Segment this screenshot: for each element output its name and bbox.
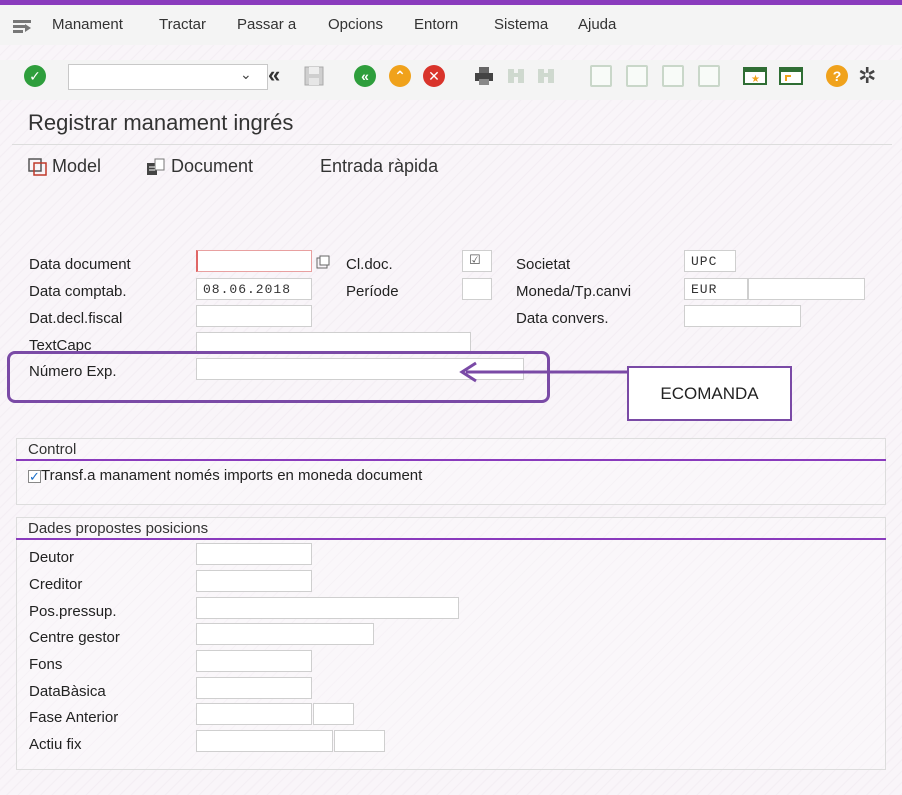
dat-decl-fiscal-label: Dat.decl.fiscal: [29, 310, 123, 327]
actiu-fix-label: Actiu fix: [29, 736, 82, 753]
dat-decl-fiscal-field[interactable]: [196, 305, 312, 327]
callout-arrow: [459, 361, 628, 383]
transf-checkbox-row[interactable]: ✓Transf.a manament només imports en mone…: [28, 467, 422, 484]
back-icon[interactable]: «: [354, 65, 376, 87]
centre-gestor-label: Centre gestor: [29, 629, 120, 646]
model-icon: [28, 158, 47, 176]
double-left-arrow-icon[interactable]: «: [268, 64, 290, 87]
deutor-field[interactable]: [196, 543, 312, 565]
model-button[interactable]: Model: [28, 156, 101, 177]
dropdown-chevron-icon[interactable]: ⌄: [240, 66, 252, 83]
periode-field[interactable]: [462, 278, 492, 300]
data-document-field[interactable]: [196, 250, 312, 272]
data-basica-field[interactable]: [196, 677, 312, 699]
find-next-icon[interactable]: [535, 65, 557, 87]
periode-label: Període: [346, 283, 399, 300]
print-icon[interactable]: [473, 65, 495, 87]
data-comptab-field[interactable]: [196, 278, 312, 300]
cancel-icon[interactable]: ✕: [423, 65, 445, 87]
actiu-fix-subnumber-field[interactable]: [334, 730, 385, 752]
menu-sistema[interactable]: Sistema: [494, 16, 548, 33]
societat-field[interactable]: [684, 250, 736, 272]
fase-anterior-field[interactable]: [196, 703, 312, 725]
settings-icon[interactable]: ✲: [858, 65, 880, 87]
ecomanda-callout: ECOMANDA: [627, 366, 792, 421]
create-session-icon[interactable]: ★: [742, 65, 768, 87]
page-title: Registrar manament ingrés: [28, 110, 294, 135]
first-page-icon[interactable]: [590, 65, 612, 87]
exchange-rate-field[interactable]: [748, 278, 865, 300]
data-basica-label: DataBàsica: [29, 683, 106, 700]
data-document-label: Data document: [29, 256, 131, 273]
data-convers-field[interactable]: [684, 305, 801, 327]
cl-doc-search-help-icon[interactable]: ☑: [469, 253, 482, 268]
document-icon: [147, 158, 165, 176]
menu-icon[interactable]: [13, 20, 31, 34]
actiu-fix-field[interactable]: [196, 730, 333, 752]
help-icon[interactable]: ?: [826, 65, 848, 87]
data-convers-label: Data convers.: [516, 310, 609, 327]
positions-group-underline: [16, 538, 886, 540]
centre-gestor-field[interactable]: [196, 623, 374, 645]
fase-anterior-position-field[interactable]: [313, 703, 354, 725]
cl-doc-label: Cl.doc.: [346, 256, 393, 273]
data-comptab-label: Data comptab.: [29, 283, 127, 300]
find-icon[interactable]: [505, 65, 527, 87]
creditor-field[interactable]: [196, 570, 312, 592]
pos-pressup-field[interactable]: [196, 597, 459, 619]
calendar-picker-icon[interactable]: [316, 255, 330, 269]
fons-label: Fons: [29, 656, 63, 673]
moneda-label: Moneda/Tp.canvi: [516, 283, 632, 300]
fase-anterior-label: Fase Anterior: [29, 709, 119, 726]
positions-group: [16, 517, 886, 770]
menu-entorn[interactable]: Entorn: [414, 16, 458, 33]
menu-passar-a[interactable]: Passar a: [237, 16, 296, 33]
exit-icon[interactable]: ⌃: [389, 65, 411, 87]
quick-entry-button[interactable]: Entrada ràpida: [320, 156, 438, 177]
shortcut-icon[interactable]: [778, 65, 804, 87]
transf-checkbox[interactable]: ✓: [28, 470, 41, 483]
fons-field[interactable]: [196, 650, 312, 672]
cl-doc-field[interactable]: ☑: [462, 250, 492, 272]
document-button[interactable]: Document: [145, 156, 253, 177]
previous-page-icon[interactable]: [626, 65, 648, 87]
societat-label: Societat: [516, 256, 571, 273]
control-group-underline: [16, 459, 886, 461]
menu-manament[interactable]: Manament: [52, 16, 123, 33]
pos-pressup-label: Pos.pressup.: [29, 603, 117, 620]
check-icon[interactable]: ✓: [24, 65, 46, 87]
save-icon[interactable]: [303, 65, 325, 87]
menu-tractar[interactable]: Tractar: [159, 16, 206, 33]
menu-ajuda[interactable]: Ajuda: [578, 16, 616, 33]
menu-opcions[interactable]: Opcions: [328, 16, 383, 33]
control-group-title: Control: [28, 441, 77, 458]
command-field[interactable]: [68, 64, 268, 90]
positions-group-title: Dades propostes posicions: [28, 520, 209, 537]
next-page-icon[interactable]: [662, 65, 684, 87]
title-separator: [12, 144, 892, 145]
svg-text:★: ★: [751, 74, 760, 85]
moneda-field[interactable]: [684, 278, 748, 300]
creditor-label: Creditor: [29, 576, 83, 593]
last-page-icon[interactable]: [698, 65, 720, 87]
deutor-label: Deutor: [29, 549, 75, 566]
